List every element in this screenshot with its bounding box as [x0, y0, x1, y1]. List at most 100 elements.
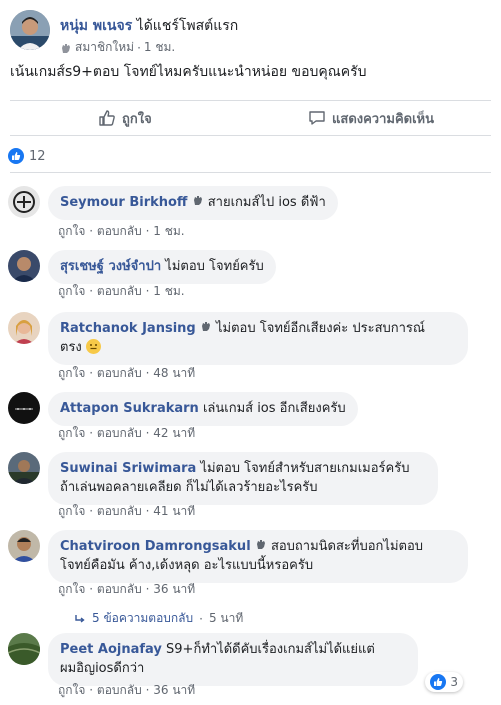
commenter-avatar[interactable] — [8, 392, 40, 424]
action-separator: · — [145, 224, 150, 238]
commenter-avatar[interactable] — [8, 312, 40, 344]
commenter-name[interactable]: Ratchanok Jansing — [60, 321, 196, 336]
action-separator: · — [199, 611, 203, 626]
comment-button[interactable]: แสดงความคิดเห็น — [308, 101, 434, 135]
commenter-name[interactable]: Seymour Birkhoff — [60, 195, 187, 210]
comment-reply-link[interactable]: ตอบกลับ — [97, 504, 142, 518]
comment-time[interactable]: 41 นาที — [153, 504, 195, 518]
commenter-name[interactable]: สุรเชษฐ์ วงษ์จำปา — [60, 259, 161, 274]
comment-bubble: Suwinai Sriwimara ไม่ตอบ โจทย์สำหรับสายเ… — [48, 452, 438, 505]
comment-like-total: 3 — [450, 675, 458, 689]
post-time[interactable]: 1 ชม. — [144, 38, 175, 57]
replies-time: 5 นาที — [208, 611, 244, 625]
like-reaction-icon — [430, 674, 447, 690]
action-separator: · — [89, 683, 94, 697]
comment-bubble: Attapon Sukrakarn เล่นเกมส์ ios อีกเสียง… — [48, 392, 358, 426]
author-name[interactable]: หนุ่ม พเนจร — [60, 18, 132, 34]
reaction-summary[interactable]: 12 — [8, 148, 46, 164]
comment-text: S9+ก็ทำได้ดีคับเรื่องเกมส์ไม่ได้แย่แต่ — [166, 642, 375, 657]
action-separator: · — [89, 284, 94, 298]
author-line: หนุ่ม พเนจร ได้แชร์โพสต์แรก — [60, 15, 238, 37]
comment-reply-link[interactable]: ตอบกลับ — [97, 426, 142, 440]
comment-time[interactable]: 1 ชม. — [153, 284, 184, 298]
commenter-name[interactable]: Attapon Sukrakarn — [60, 401, 199, 416]
comment-icon — [309, 111, 325, 125]
comment-bubble: Ratchanok Jansing ไม่ตอบ โจทย์อีกเสียงค่… — [48, 312, 468, 365]
commenter-name[interactable]: Chatviroon Damrongsakul — [60, 539, 251, 554]
comment-reaction-count[interactable]: 3 — [425, 672, 463, 692]
action-separator: · — [89, 504, 94, 518]
view-replies-link[interactable]: 5 ข้อความตอบกลับ · 5 นาที — [74, 609, 243, 628]
replies-count[interactable]: 5 ข้อความตอบกลับ — [92, 609, 193, 628]
comment-text-line2: ถ้าเล่นพอคลายเคลียด ก็ไม่ได้เลวร้ายอะไรค… — [60, 480, 318, 495]
commenter-name[interactable]: Peet Aojnafay — [60, 642, 162, 657]
comment-actions: ถูกใจ · ตอบกลับ · 1 ชม. — [58, 282, 185, 301]
comment-like-link[interactable]: ถูกใจ — [58, 224, 85, 238]
comment-like-link[interactable]: ถูกใจ — [58, 366, 85, 380]
comment-text: ไม่ตอบ โจทย์อีกเสียงค่ะ ประสบการณ์ — [216, 321, 425, 336]
commenter-avatar[interactable] — [8, 186, 40, 218]
action-separator: · — [145, 366, 150, 380]
comment-time[interactable]: 36 นาที — [153, 582, 195, 596]
comment-text: สอบถามนิดสะที่บอกไม่ตอบ — [270, 539, 424, 554]
comment-like-link[interactable]: ถูกใจ — [58, 284, 85, 298]
comment-text-line2: ผมอิญiosดีกว่า — [60, 661, 145, 676]
comment-actions: ถูกใจ · ตอบกลับ · 36 นาที — [58, 580, 195, 599]
comment-actions: ถูกใจ · ตอบกลับ · 36 นาที — [58, 681, 195, 700]
commenter-avatar[interactable] — [8, 633, 40, 665]
wave-hand-icon — [201, 322, 210, 331]
action-separator: · — [145, 284, 150, 298]
post-activity: ได้แชร์โพสต์แรก — [136, 18, 239, 34]
comment-time[interactable]: 48 นาที — [153, 366, 195, 380]
action-separator: · — [89, 582, 94, 596]
meta-separator: · — [137, 40, 141, 55]
comment-actions: ถูกใจ · ตอบกลับ · 42 นาที — [58, 424, 195, 443]
comment-bubble: Chatviroon Damrongsakul สอบถามนิดสะที่บอ… — [48, 530, 468, 583]
member-badge: สมาชิกใหม่ — [75, 40, 135, 54]
action-separator: · — [89, 224, 94, 238]
commenter-avatar[interactable] — [8, 530, 40, 562]
author-avatar[interactable] — [10, 10, 50, 50]
comment-reply-link[interactable]: ตอบกลับ — [97, 224, 142, 238]
comment-bubble: สุรเชษฐ์ วงษ์จำปา ไม่ตอบ โจทย์ครับ — [48, 250, 276, 284]
comment-text-line2: โจทย์คือมัน ค้าง,เด้งหลุด อะไรแบบนี้หรอค… — [60, 558, 314, 573]
comment-label: แสดงความคิดเห็น — [332, 111, 435, 127]
comment-text: ไม่ตอบ โจทย์สำหรับสายเกมเมอร์ครับ — [200, 461, 410, 476]
comment-bubble: Peet Aojnafay S9+ก็ทำได้ดีคับเรื่องเกมส์… — [48, 633, 418, 686]
comments-divider — [10, 172, 491, 173]
like-label: ถูกใจ — [122, 111, 152, 127]
action-bar: ถูกใจ แสดงความคิดเห็น — [10, 100, 491, 136]
comment-text: ไม่ตอบ โจทย์ครับ — [165, 259, 264, 274]
post-text: เน้นเกมส์s9+ตอบ โจทย์ไหมครับแนะนำหน่อย ข… — [10, 64, 367, 80]
wave-hand-icon — [193, 196, 202, 205]
comment-like-link[interactable]: ถูกใจ — [58, 426, 85, 440]
comment-reply-link[interactable]: ตอบกลับ — [97, 366, 142, 380]
smile-emoji-icon — [85, 339, 101, 354]
action-separator: · — [89, 426, 94, 440]
post-meta: สมาชิกใหม่ · 1 ชม. — [60, 38, 175, 57]
thumbs-up-icon — [99, 110, 115, 126]
like-button[interactable]: ถูกใจ — [98, 101, 152, 135]
action-separator: · — [145, 504, 150, 518]
comment-text: สายเกมส์ไป ios ดีฟ้า — [207, 195, 326, 210]
like-reaction-icon — [8, 148, 24, 164]
comment-text-line2: ตรง — [60, 340, 82, 355]
commenter-name[interactable]: Suwinai Sriwimara — [60, 461, 196, 476]
comment-reply-link[interactable]: ตอบกลับ — [97, 582, 142, 596]
comment-time[interactable]: 1 ชม. — [153, 224, 184, 238]
comment-like-link[interactable]: ถูกใจ — [58, 683, 85, 697]
reply-arrow-icon — [75, 614, 85, 623]
comment-actions: ถูกใจ · ตอบกลับ · 48 นาที — [58, 364, 195, 383]
comment-reply-link[interactable]: ตอบกลับ — [97, 284, 142, 298]
comment-like-link[interactable]: ถูกใจ — [58, 582, 85, 596]
comment-like-link[interactable]: ถูกใจ — [58, 504, 85, 518]
wave-hand-icon — [62, 43, 70, 53]
comment-time[interactable]: 42 นาที — [153, 426, 195, 440]
comment-time[interactable]: 36 นาที — [153, 683, 195, 697]
commenter-avatar[interactable] — [8, 250, 40, 282]
comment-reply-link[interactable]: ตอบกลับ — [97, 683, 142, 697]
action-separator: · — [89, 366, 94, 380]
commenter-avatar[interactable] — [8, 452, 40, 484]
comment-bubble: Seymour Birkhoff สายเกมส์ไป ios ดีฟ้า — [48, 186, 338, 220]
comment-actions: ถูกใจ · ตอบกลับ · 41 นาที — [58, 502, 195, 521]
